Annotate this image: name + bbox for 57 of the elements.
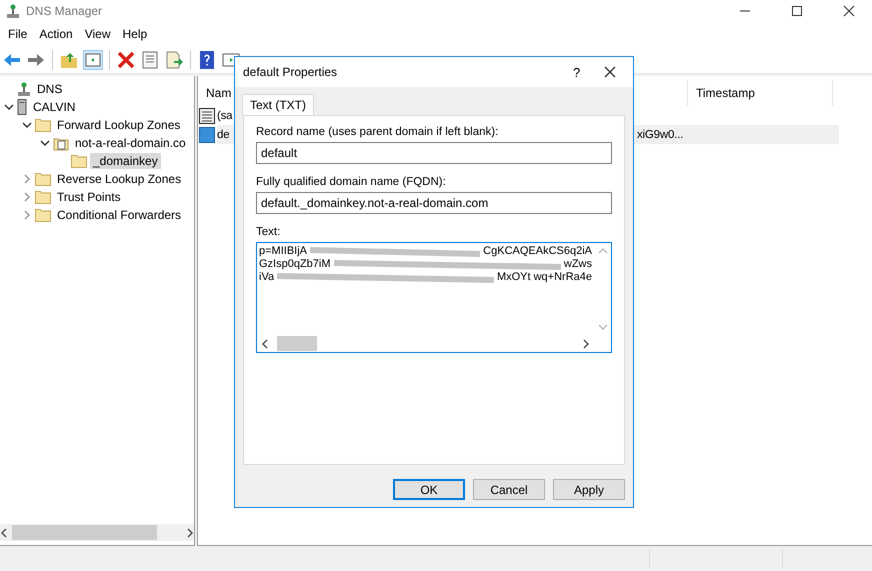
export-icon[interactable] (164, 50, 184, 70)
text-fragment: p=MIIBIjA (259, 245, 307, 258)
tree-item[interactable]: DNS (34, 81, 66, 97)
tree-item[interactable]: Forward Lookup Zones (54, 117, 184, 133)
menu-item[interactable]: View (78, 27, 116, 41)
delete-icon[interactable] (116, 50, 136, 70)
tree-item[interactable]: Conditional Forwarders (54, 207, 184, 223)
field-label: Text: (256, 226, 282, 238)
zone-icon (53, 136, 69, 150)
text-area[interactable]: p=MIIBIjA CgKCAQEAkCS6q2iA GzIsp0qZb7iM wZws iVa MxOYt wq+NrRa4e (256, 242, 612, 353)
close-icon[interactable] (603, 65, 617, 79)
folder-icon (71, 154, 87, 168)
tab[interactable]: Text (TXT) (242, 94, 314, 115)
panel-icon[interactable] (83, 50, 103, 70)
folder-icon (35, 118, 51, 132)
tree-item[interactable]: Reverse Lookup Zones (54, 171, 184, 187)
dialog-button[interactable]: Cancel (473, 479, 545, 500)
text-fragment: wZws (564, 258, 592, 271)
help-mark[interactable]: ? (573, 64, 603, 80)
folder-icon (35, 208, 51, 222)
tree-item[interactable]: CALVIN (30, 99, 78, 115)
scrollbar-thumb[interactable] (277, 336, 317, 351)
input-field[interactable]: default (256, 142, 612, 164)
scrollbar-thumb[interactable] (12, 525, 157, 540)
tree-item[interactable]: Trust Points (54, 189, 124, 205)
network-icon (17, 82, 31, 96)
server-icon (17, 99, 27, 115)
app-icon (6, 4, 20, 18)
dialog-button[interactable]: OK (393, 479, 465, 500)
text-record-icon (199, 126, 215, 142)
folder-icon (35, 172, 51, 186)
tree-item[interactable]: _domainkey (90, 153, 161, 169)
table-cell: xiG9w0... (637, 125, 839, 144)
text-fragment: CgKCAQEAkCS6q2iA (483, 245, 592, 258)
menu-item[interactable]: File (2, 27, 34, 41)
scroll-right-icon[interactable] (186, 528, 194, 538)
folder-icon (35, 190, 51, 204)
table-cell-text: (sa (217, 108, 234, 124)
text-fragment: GzIsp0qZb7iM (259, 258, 331, 271)
dialog-button[interactable]: Apply (553, 479, 625, 500)
field-label: Fully qualified domain name (FQDN): (256, 176, 447, 188)
menu-item[interactable]: Action (33, 27, 79, 41)
column-header[interactable]: Timestamp (688, 80, 833, 106)
menu-item[interactable]: Help (116, 27, 154, 41)
scroll-left-icon[interactable] (261, 338, 269, 348)
help-icon[interactable] (197, 50, 217, 70)
field-label: Record name (uses parent domain if left blank): (256, 126, 500, 138)
input-field[interactable]: default._domainkey.not-a-real-domain.com (256, 192, 612, 214)
text-fragment: MxOYt wq+NrRa4e (496, 271, 592, 284)
properties-icon[interactable] (140, 50, 160, 70)
text-fragment: iVa (259, 271, 274, 284)
dialog-title: default Properties (243, 65, 338, 79)
scroll-left-icon[interactable] (0, 528, 8, 538)
tree-item[interactable]: not-a-real-domain.co (72, 135, 189, 151)
record-icon (199, 108, 215, 124)
window-title: DNS Manager (26, 4, 104, 18)
scroll-right-icon[interactable] (582, 338, 590, 348)
